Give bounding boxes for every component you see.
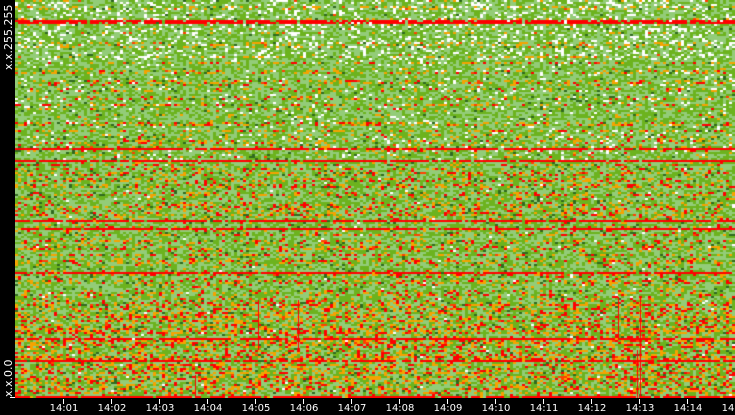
x-tick-label: 14:12: [577, 403, 607, 414]
x-tick-label: 14:11: [529, 403, 559, 414]
axis-corner-tick: [10, 397, 15, 398]
x-tick-label: 14:13: [625, 403, 655, 414]
x-tick-label: 14:15: [721, 403, 735, 414]
x-tick-label: 14:05: [241, 403, 271, 414]
x-tick-label: 14:06: [289, 403, 319, 414]
x-tick-label: 14:03: [145, 403, 175, 414]
x-tick-label: 14:09: [433, 403, 463, 414]
x-tick-label: 14:04: [193, 403, 223, 414]
y-tick-label-bottom: x.x.0.0: [2, 359, 15, 397]
x-tick-label: 14:14: [673, 403, 703, 414]
x-tick-label: 14:01: [49, 403, 79, 414]
y-tick-label-top: x.x.255.255: [2, 4, 15, 70]
x-tick-label: 14:10: [481, 403, 511, 414]
x-tick-label: 14:02: [97, 403, 127, 414]
heatmap-canvas[interactable]: [15, 0, 735, 398]
x-tick-label: 14:07: [337, 403, 367, 414]
x-tick-label: 14:08: [385, 403, 415, 414]
